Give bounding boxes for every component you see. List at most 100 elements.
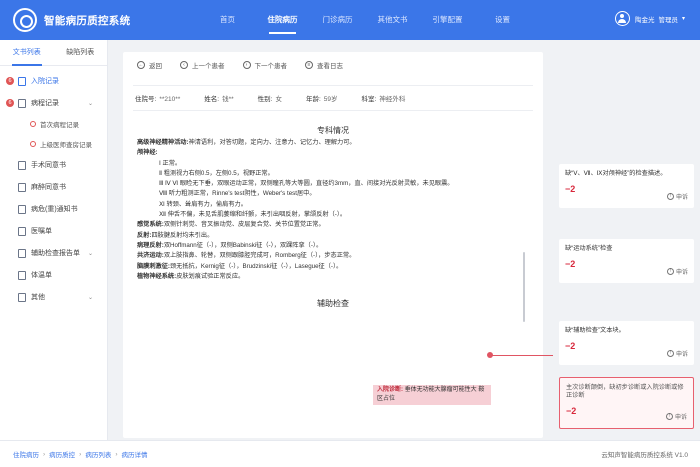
appeal-button[interactable]: ! 申诉 — [666, 349, 688, 358]
record-line: Ⅷ 听力粗测正常，Rinne's test阴性，Weber's test居中。 — [159, 190, 316, 198]
patient-info-bar: 住院号: **210** 姓名: 钱** 性别: 女 年龄: 59岁 科室: 神经外科 — [133, 85, 533, 111]
sidebar-item-label: 麻醉同意书 — [31, 184, 66, 191]
info-icon: ! — [666, 350, 674, 357]
record-line: 脑膜刺激征:颈无抵抗，Kernig征（-），Brudzinski征（-），Las… — [137, 262, 343, 270]
record-line: Ⅰ 正常。 — [159, 159, 182, 167]
patient-sex: 性别: 女 — [257, 96, 282, 103]
back-arrow-icon: ← — [137, 60, 145, 69]
sidebar-subitem-senior-rounds[interactable]: 上级医师查房记录 — [0, 134, 107, 154]
sidebar-subitem-first-progress[interactable]: 首次病程记录 — [0, 114, 107, 134]
chevron-down-icon: ⌄ — [87, 294, 93, 301]
top-bar: 智能病历质控系统 首页 住院病历 门诊病历 其他文书 引擎配置 设置 陶金光 管… — [0, 0, 700, 40]
sidebar-tabs: 文书列表 缺陷列表 — [0, 40, 107, 66]
info-icon: ! — [665, 413, 673, 420]
medical-record-viewer: ← 返回 ‹ 上一个患者 › 下一个患者 ≡ 查看日志 住院号: **210** … — [123, 52, 543, 438]
alert-document-icon — [18, 204, 26, 214]
sidebar-item-orders[interactable]: 医嘱单 — [0, 220, 107, 242]
prev-patient-label: 上一个患者 — [192, 62, 225, 70]
defect-dot-icon — [30, 141, 36, 147]
sidebar-item-label: 上级医师查房记录 — [40, 142, 92, 149]
chevron-down-icon: ▾ — [681, 16, 685, 22]
back-button[interactable]: ← 返回 — [137, 60, 162, 70]
vertical-scrollbar[interactable] — [523, 252, 525, 322]
tab-defect-list[interactable]: 缺陷列表 — [54, 40, 108, 65]
patient-age: 年龄: 59岁 — [305, 96, 338, 103]
info-icon: ! — [666, 268, 674, 275]
record-line: 病理反射:双Hoffmann征（-），双侧Babinski征（-），双踝阵挛（-… — [137, 241, 323, 249]
record-toolbar: ← 返回 ‹ 上一个患者 › 下一个患者 ≡ 查看日志 — [123, 52, 543, 77]
breadcrumb-record-list[interactable]: 病历列表 — [85, 449, 111, 459]
footer-bar: 住院病历 › 病历质控 › 病历列表 › 病历详情 云知声智能病历质控系统 V1… — [0, 440, 700, 467]
sidebar-item-anesthesia-consent[interactable]: 麻醉同意书 — [0, 176, 107, 198]
user-name: 陶金光 — [634, 16, 655, 24]
prev-patient-button[interactable]: ‹ 上一个患者 — [180, 60, 225, 70]
breadcrumb-separator-icon: › — [43, 450, 46, 458]
user-menu[interactable]: 陶金光 管理员 ▾ — [614, 11, 685, 26]
record-line: 反射:四肢腱反射均未引出。 — [137, 231, 214, 239]
sidebar-item-temperature-chart[interactable]: 体温单 — [0, 264, 107, 286]
record-line: Ⅺ 转颈、耸肩有力，偷肩有力。 — [159, 200, 247, 208]
breadcrumb-separator-icon: › — [115, 450, 118, 458]
sidebar-item-progress-notes[interactable]: 6 病程记录 ⌄ — [0, 92, 107, 114]
sidebar-item-label: 体温单 — [31, 272, 52, 279]
defect-text: 主次诊断颠倒，缺初步诊断或入院诊断或修正诊断 — [566, 384, 684, 399]
defect-dot-icon — [30, 121, 36, 127]
sidebar-item-other[interactable]: 其他 ⌄ — [0, 286, 107, 308]
highlighted-diagnosis[interactable]: 入院诊断: 垂体无功能大腺瘤可能性大 鞍区占位 — [373, 385, 491, 405]
next-patient-button[interactable]: › 下一个患者 — [242, 60, 288, 70]
breadcrumb-record-detail: 病历详情 — [121, 452, 148, 459]
record-line: 共济运动:双上肢指鼻、轮替，双侧跟膝胫完成可，Romberg征（-），步态正常。 — [137, 252, 356, 260]
nav-home[interactable]: 首页 — [200, 0, 255, 40]
defect-card[interactable]: 缺“Ⅴ、Ⅶ、Ⅸ对颅神经”的检查描述。 −2 ! 申诉 — [559, 164, 694, 208]
sidebar-item-admission-record[interactable]: 6 入院记录 — [0, 70, 107, 92]
nav-other-docs[interactable]: 其他文书 — [365, 0, 420, 40]
document-icon — [18, 98, 26, 108]
view-log-label: 查看日志 — [317, 62, 343, 70]
document-icon — [18, 76, 26, 86]
next-patient-label: 下一个患者 — [254, 62, 288, 70]
record-line: Ⅻ 伸舌不偏，未见舌肌萎缩和纤颤，未引出咽反射，掌颌反射（-）。 — [159, 211, 347, 219]
sidebar-item-critical-notice[interactable]: 病危(重)通知书 — [0, 198, 107, 220]
user-role: 管理员 — [658, 16, 678, 24]
defect-card-active[interactable]: 主次诊断颠倒，缺初步诊断或入院诊断或修正诊断 −2 ! 申诉 — [559, 377, 694, 429]
document-icon — [18, 182, 26, 192]
nav-engine-config[interactable]: 引擎配置 — [420, 0, 475, 40]
defect-card[interactable]: 缺“运动系统”检查 −2 ! 申诉 — [559, 239, 694, 283]
tab-document-list[interactable]: 文书列表 — [0, 40, 54, 66]
defect-count-badge: 6 — [6, 77, 14, 85]
breadcrumb: 住院病历 › 病历质控 › 病历列表 › 病历详情 — [0, 449, 148, 460]
breadcrumb-inpatient[interactable]: 住院病历 — [13, 449, 39, 459]
defect-card[interactable]: 缺“辅助检查”文本块。 −2 ! 申诉 — [559, 321, 694, 365]
log-icon: ≡ — [305, 60, 313, 69]
record-body: 高级神经精神活动:神清语利，对答切题，定向力、注意力、记忆力、理解力可。 颅神经… — [123, 138, 543, 282]
record-line: 感觉系统:双侧针刺觉、音叉振动觉、皮层复合觉、关节位置觉正常。 — [137, 221, 325, 229]
document-list: 6 入院记录 6 病程记录 ⌄ 首次病程记录 上级医师查房记录 手术同意书 麻醉… — [0, 66, 107, 308]
nav-settings[interactable]: 设置 — [475, 0, 530, 40]
sidebar-item-exam-reports[interactable]: 辅助检查报告单 ⌄ — [0, 242, 107, 264]
appeal-button[interactable]: ! 申诉 — [665, 412, 687, 421]
appeal-button[interactable]: ! 申诉 — [666, 192, 688, 201]
defect-panel: 缺“Ⅴ、Ⅶ、Ⅸ对颅神经”的检查描述。 −2 ! 申诉 缺“运动系统”检查 −2 !… — [553, 40, 700, 440]
patient-department: 科室: 神经外科 — [361, 96, 406, 103]
chevron-down-icon: ⌄ — [87, 100, 93, 107]
annotation-connector-line — [490, 355, 556, 356]
patient-name: 姓名: 钱** — [204, 96, 234, 103]
folder-icon — [18, 292, 26, 302]
nav-outpatient[interactable]: 门诊病历 — [310, 0, 365, 40]
copyright-text: 云知声智能病历质控系统 V1.0 — [601, 452, 688, 459]
appeal-button[interactable]: ! 申诉 — [666, 267, 688, 276]
document-icon — [18, 248, 26, 258]
defect-text: 缺“运动系统”检查 — [565, 245, 613, 252]
view-log-button[interactable]: ≡ 查看日志 — [305, 60, 343, 70]
app-logo[interactable]: 智能病历质控系统 — [0, 8, 200, 32]
user-avatar-icon — [614, 11, 630, 26]
breadcrumb-qc[interactable]: 病历质控 — [49, 449, 75, 459]
previous-icon: ‹ — [180, 60, 188, 69]
sidebar-item-label: 医嘱单 — [31, 228, 52, 235]
nav-inpatient[interactable]: 住院病历 — [255, 0, 310, 40]
chevron-down-icon: ⌄ — [87, 250, 93, 257]
logo-icon — [13, 8, 37, 32]
defect-text: 缺“辅助检查”文本块。 — [565, 327, 625, 334]
sidebar-item-label: 手术同意书 — [31, 162, 66, 169]
sidebar-item-surgery-consent[interactable]: 手术同意书 — [0, 154, 107, 176]
